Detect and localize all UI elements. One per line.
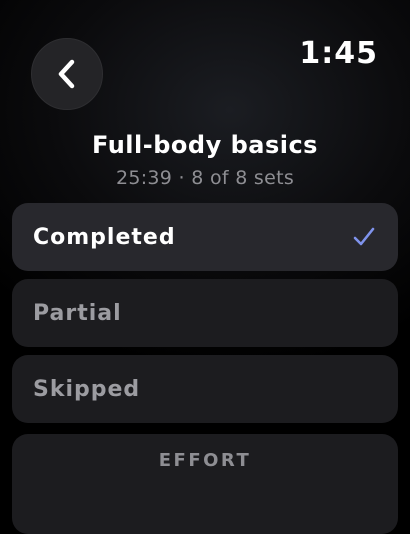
chevron-left-icon [58,59,75,89]
workout-subtitle: 25:39 · 8 of 8 sets [115,167,295,189]
back-button[interactable] [31,38,103,110]
option-label: Skipped [33,376,141,402]
option-label: Completed [33,224,176,250]
checkmark-icon [352,225,376,255]
option-skipped[interactable]: Skipped [12,355,398,423]
effort-card[interactable]: EFFORT [12,434,398,534]
option-label: Partial [33,300,122,326]
option-completed[interactable]: Completed [12,203,398,271]
effort-label: EFFORT [158,450,252,471]
option-partial[interactable]: Partial [12,279,398,347]
clock-time: 1:45 [299,36,378,71]
workout-title: Full-body basics [92,131,318,159]
